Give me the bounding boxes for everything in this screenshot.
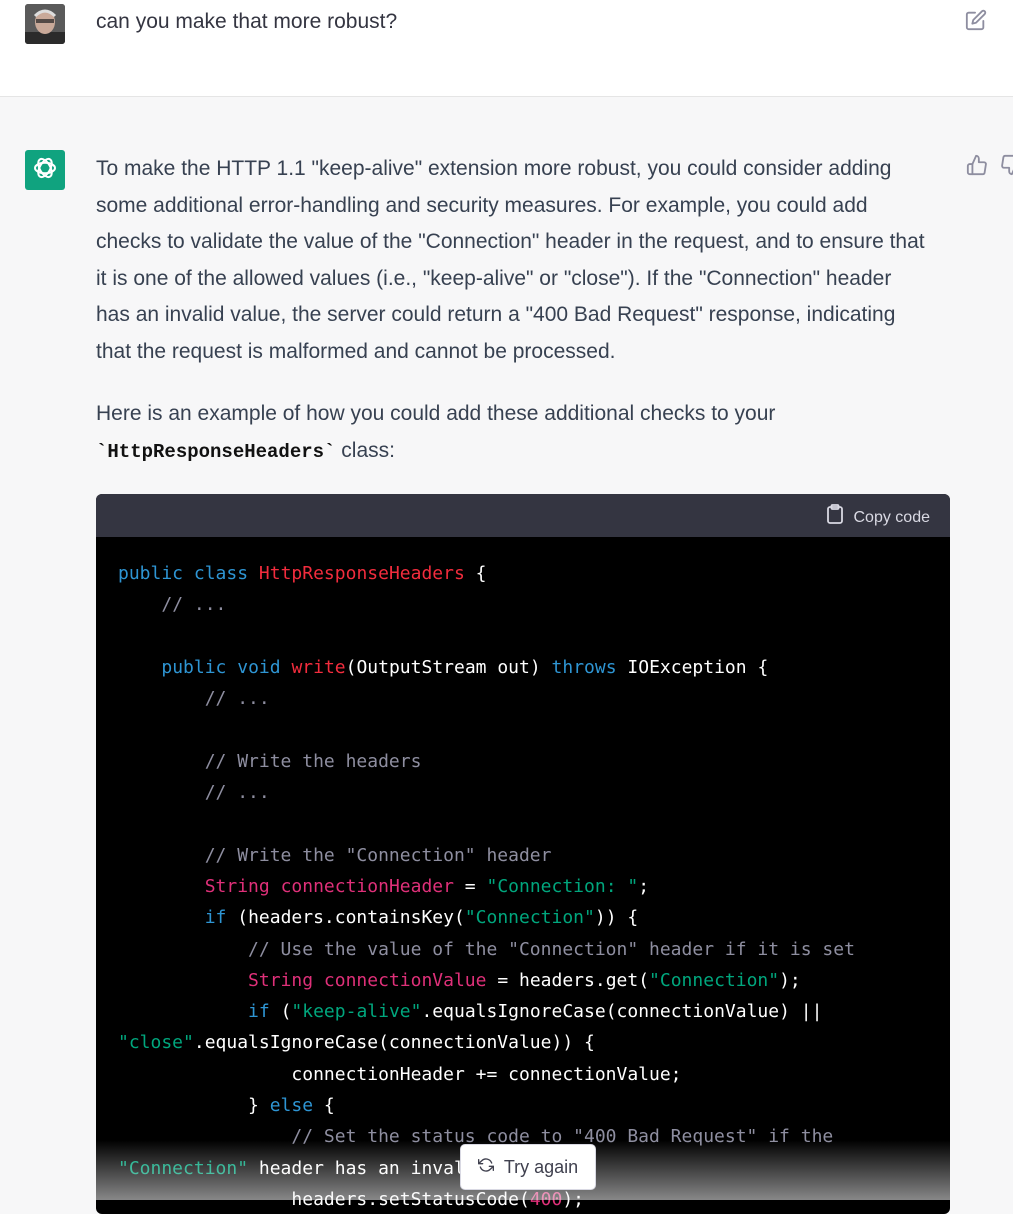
refresh-icon <box>477 1157 494 1178</box>
user-message-row: can you make that more robust? <box>0 0 1013 97</box>
code-line: if ("keep-alive".equalsIgnoreCase(connec… <box>248 1001 823 1023</box>
code-line: } else { <box>118 1095 335 1117</box>
code-block: Copy code public class HttpResponseHeade… <box>96 494 950 1214</box>
clipboard-icon <box>826 504 844 531</box>
code-line: "close".equalsIgnoreCase(connectionValue… <box>118 1032 595 1054</box>
copy-code-label: Copy code <box>853 508 931 526</box>
try-again-label: Try again <box>503 1156 579 1177</box>
openai-logo-icon <box>31 154 59 187</box>
code-body: public class HttpResponseHeaders { // ..… <box>118 558 855 1214</box>
code-block-header: Copy code <box>96 494 950 537</box>
thumbs-down-icon[interactable] <box>1000 154 1013 176</box>
try-again-button[interactable]: Try again <box>460 1144 596 1190</box>
user-avatar <box>25 4 65 44</box>
inline-code-class-name: `HttpResponseHeaders` <box>96 440 336 463</box>
assistant-paragraph-2: Here is an example of how you could add … <box>96 396 926 470</box>
code-line: // Use the value of the "Connection" hea… <box>248 938 855 960</box>
code-line: if (headers.containsKey("Connection")) { <box>204 907 639 929</box>
code-line: String connectionHeader = "Connection: "… <box>204 875 650 897</box>
code-line: public void write(OutputStream out) thro… <box>161 656 769 678</box>
code-line: // ... <box>161 594 227 616</box>
assistant-avatar <box>25 150 65 190</box>
code-line: headers.setStatusCode(400); <box>118 1188 585 1210</box>
thumbs-up-icon[interactable] <box>966 154 988 176</box>
copy-code-button[interactable]: Copy code <box>826 504 931 531</box>
paragraph-2-prefix: Here is an example of how you could add … <box>96 402 776 425</box>
code-line: // ... <box>204 782 270 804</box>
code-line: // ... <box>204 688 270 710</box>
assistant-paragraph-1: To make the HTTP 1.1 "keep-alive" extens… <box>96 157 925 363</box>
paragraph-2-suffix: class: <box>335 438 395 462</box>
edit-icon[interactable] <box>965 9 987 31</box>
code-line: connectionHeader += connectionValue; <box>118 1063 682 1085</box>
code-line: // Write the "Connection" header <box>204 844 552 866</box>
code-line: String connectionValue = headers.get("Co… <box>248 969 801 991</box>
user-message-text: can you make that more robust? <box>96 10 398 33</box>
code-line: public class HttpResponseHeaders { <box>118 563 487 584</box>
code-line: // Write the headers <box>204 750 422 772</box>
